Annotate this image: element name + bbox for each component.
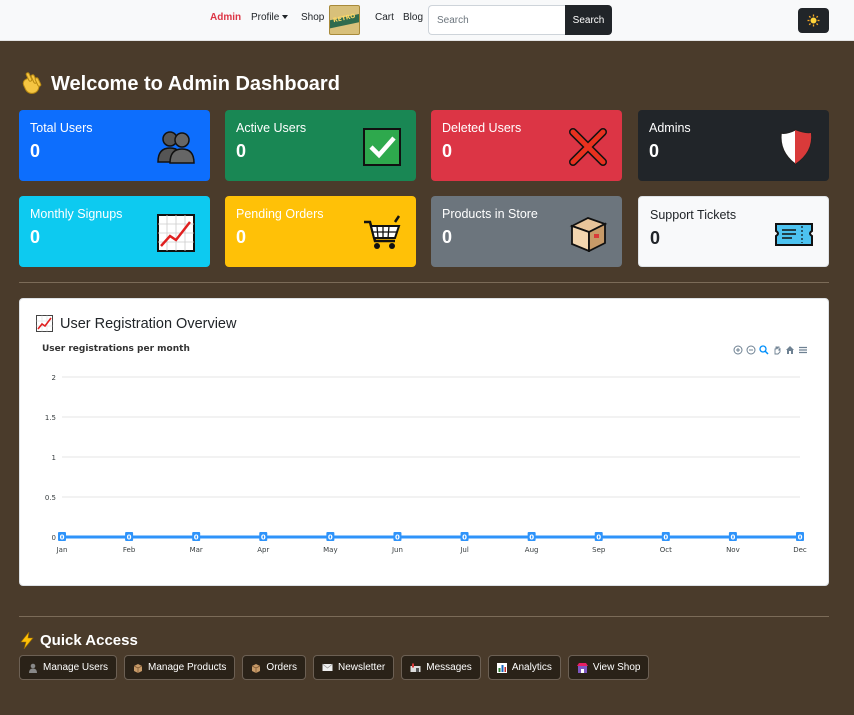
waving-hand-icon [20, 71, 44, 97]
caret-down-icon [282, 15, 289, 20]
x-tick-label: Sep [592, 546, 606, 554]
view-shop-button[interactable]: View Shop [567, 655, 650, 680]
search-input[interactable] [428, 5, 566, 35]
line-chart: 00.511.520Jan0Feb0Mar0Apr0May0Jun0Jul0Au… [45, 374, 807, 554]
nav-admin-link[interactable]: Admin [210, 12, 241, 23]
divider [19, 282, 829, 283]
data-label: 0 [798, 534, 803, 542]
quick-access-buttons: Manage Users Manage Products Orders News… [19, 655, 650, 680]
users-icon [157, 131, 195, 164]
mail-icon [322, 663, 333, 671]
button-label: Newsletter [337, 662, 386, 673]
button-label: Analytics [511, 662, 552, 673]
button-label: View Shop [592, 662, 641, 673]
data-label: 0 [462, 534, 467, 542]
x-tick-label: Jun [391, 546, 403, 554]
nav-blog-link[interactable]: Blog [403, 12, 423, 23]
card-support-tickets: Support Tickets 0 [638, 196, 829, 267]
card-products-in-store: Products in Store 0 [431, 196, 622, 267]
nav-cart-link[interactable]: Cart [375, 12, 394, 23]
mailbox-icon [410, 663, 421, 672]
messages-button[interactable]: Messages [401, 655, 481, 680]
cross-icon [569, 128, 607, 166]
data-label: 0 [596, 534, 601, 542]
page-title-text: Welcome to Admin Dashboard [51, 72, 340, 95]
card-total-users: Total Users 0 [19, 110, 210, 181]
divider [19, 616, 829, 617]
analytics-button[interactable]: Analytics [487, 655, 561, 680]
manage-users-button[interactable]: Manage Users [19, 655, 118, 680]
data-label: 0 [663, 534, 668, 542]
card-deleted-users: Deleted Users 0 [431, 110, 622, 181]
nav-shop-link[interactable]: Shop [301, 12, 324, 23]
nav-profile-label: Profile [251, 12, 280, 23]
y-tick-label: 1 [52, 454, 56, 462]
card-admins: Admins 0 [638, 110, 829, 181]
lightning-icon [20, 632, 34, 649]
user-icon [29, 663, 37, 673]
card-monthly-signups: Monthly Signups 0 [19, 196, 210, 267]
brand-logo[interactable]: RETRO [329, 5, 360, 35]
data-label: 0 [127, 534, 132, 542]
data-label: 0 [328, 534, 333, 542]
check-icon [363, 128, 401, 166]
data-label: 0 [261, 534, 266, 542]
search-button[interactable]: Search [565, 5, 612, 35]
registration-chart-panel: User Registration Overview User registra… [19, 298, 829, 586]
x-tick-label: Oct [660, 546, 672, 554]
x-tick-label: May [323, 546, 337, 554]
quick-access-title-text: Quick Access [40, 632, 138, 649]
button-label: Messages [426, 662, 472, 673]
data-label: 0 [395, 534, 400, 542]
shield-icon [780, 129, 812, 165]
package-icon [569, 217, 608, 252]
y-tick-label: 1.5 [45, 414, 56, 422]
x-tick-label: Jan [56, 546, 68, 554]
data-label: 0 [194, 534, 199, 542]
button-label: Manage Products [148, 662, 227, 673]
x-tick-label: Feb [123, 546, 136, 554]
newsletter-button[interactable]: Newsletter [312, 655, 395, 680]
x-tick-label: Dec [793, 546, 807, 554]
page-title: Welcome to Admin Dashboard [20, 71, 340, 97]
shop-icon [576, 662, 588, 673]
package-icon [133, 663, 143, 673]
chart-up-icon [157, 214, 195, 252]
cart-icon [364, 215, 401, 249]
orders-button[interactable]: Orders [242, 655, 306, 680]
quick-access-title: Quick Access [20, 632, 138, 649]
x-tick-label: Nov [726, 546, 740, 554]
data-label: 0 [730, 534, 735, 542]
card-active-users: Active Users 0 [225, 110, 416, 181]
card-pending-orders: Pending Orders 0 [225, 196, 416, 267]
nav-profile-dropdown[interactable]: Profile [251, 12, 289, 23]
sun-icon [807, 14, 820, 27]
navbar: Admin Profile Shop RETRO Cart Blog Searc… [0, 0, 854, 41]
ticket-icon [775, 223, 813, 246]
y-tick-label: 2 [52, 374, 56, 382]
y-tick-label: 0 [52, 534, 56, 542]
button-label: Manage Users [43, 662, 109, 673]
x-tick-label: Apr [257, 546, 269, 554]
theme-toggle-button[interactable] [798, 8, 829, 33]
x-tick-label: Mar [190, 546, 203, 554]
bar-chart-icon [496, 662, 507, 673]
manage-products-button[interactable]: Manage Products [124, 655, 236, 680]
data-label: 0 [529, 534, 534, 542]
y-tick-label: 0.5 [45, 494, 56, 502]
package-icon [252, 663, 261, 673]
data-label: 0 [60, 534, 65, 542]
x-tick-label: Jul [459, 546, 469, 554]
button-label: Orders [266, 662, 297, 673]
x-tick-label: Aug [525, 546, 539, 554]
